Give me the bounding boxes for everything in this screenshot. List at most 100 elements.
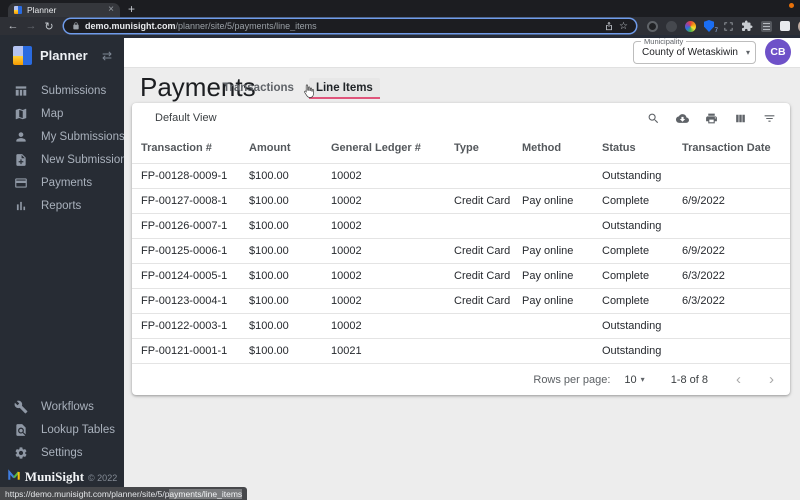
extension-icon-colorwheel[interactable] xyxy=(684,20,696,32)
browser-tab[interactable]: Planner × xyxy=(8,3,120,17)
cell-transaction-number: FP-00123-0004-1 xyxy=(141,295,228,307)
sidebar-nav: Submissions Map My Submissions New Submi… xyxy=(0,79,127,217)
browser-tab-title: Planner xyxy=(27,5,57,15)
line-items-card: Default View Transaction # Amount Genera… xyxy=(132,103,790,395)
municipality-select-label: Municipality xyxy=(641,37,687,46)
cell-transaction-number: FP-00124-0005-1 xyxy=(141,270,228,282)
url-path: /planner/site/5/payments/line_items xyxy=(175,21,317,31)
extension-icon-circle[interactable] xyxy=(665,20,677,32)
table-row[interactable]: FP-00124-0005-1 $100.00 10002 Credit Car… xyxy=(132,263,790,288)
screen: Planner × + ← → ↻ demo.munisight.com/pla… xyxy=(0,0,800,500)
extensions-puzzle-icon[interactable] xyxy=(741,20,753,32)
cell-status: Complete xyxy=(602,245,650,257)
column-header-type[interactable]: Type xyxy=(454,142,522,154)
collapse-sidebar-icon[interactable]: ⇄ xyxy=(102,49,112,63)
cell-general-ledger: 10021 xyxy=(331,345,362,357)
table-row[interactable]: FP-00125-0006-1 $100.00 10002 Credit Car… xyxy=(132,238,790,263)
extension-icon-panel[interactable] xyxy=(779,20,791,32)
document-add-icon xyxy=(16,153,26,166)
planner-favicon xyxy=(14,6,22,14)
cell-status: Outstanding xyxy=(602,345,662,357)
column-header-transaction-date[interactable]: Transaction Date xyxy=(682,142,784,154)
share-icon[interactable] xyxy=(604,21,614,31)
filter-list-icon[interactable] xyxy=(763,112,776,125)
cell-amount: $100.00 xyxy=(249,170,289,182)
cell-general-ledger: 10002 xyxy=(331,245,362,257)
bar-chart-icon xyxy=(16,201,26,210)
status-url: https://demo.munisight.com/planner/site/… xyxy=(5,488,170,499)
next-page-button[interactable]: › xyxy=(769,372,774,387)
column-header-status[interactable]: Status xyxy=(602,142,682,154)
forward-icon[interactable]: → xyxy=(22,20,40,32)
back-icon[interactable]: ← xyxy=(4,20,22,32)
sidebar-header: Planner ⇄ xyxy=(0,35,124,75)
extension-icon-list[interactable] xyxy=(760,20,772,32)
url-text: demo.munisight.com/planner/site/5/paymen… xyxy=(85,21,599,31)
table-row[interactable]: FP-00122-0003-1 $100.00 10002 Outstandin… xyxy=(132,313,790,338)
municipality-select[interactable]: Municipality County of Wetaskiwin ▾ xyxy=(633,37,756,64)
sidebar-item-submissions[interactable]: Submissions xyxy=(0,79,124,102)
extension-icons: 7 xyxy=(646,19,800,34)
table-row[interactable]: FP-00128-0009-1 $100.00 10002 Outstandin… xyxy=(132,163,790,188)
table-toolbar: Default View xyxy=(132,103,790,133)
view-columns-icon[interactable] xyxy=(734,112,747,125)
cell-general-ledger: 10002 xyxy=(331,320,362,332)
column-header-transaction-number[interactable]: Transaction # xyxy=(141,142,249,154)
sidebar-item-new-submission[interactable]: New Submission xyxy=(0,148,127,171)
extension-badge: 7 xyxy=(714,28,718,34)
column-header-general-ledger[interactable]: General Ledger # xyxy=(331,142,454,154)
column-header-amount[interactable]: Amount xyxy=(249,142,331,154)
table-toolbar-icons xyxy=(647,112,776,125)
extension-icon-shield[interactable]: 7 xyxy=(703,20,718,34)
app-name: Planner xyxy=(40,48,88,63)
sidebar-item-lookup-tables[interactable]: Lookup Tables xyxy=(0,418,124,441)
cell-transaction-number: FP-00122-0003-1 xyxy=(141,320,228,332)
top-strip xyxy=(124,35,800,38)
cloud-download-icon[interactable] xyxy=(676,112,689,125)
page-tabs: Transactions Line Items xyxy=(216,77,380,99)
cell-type: Credit Card xyxy=(454,245,511,257)
sidebar-item-settings[interactable]: Settings xyxy=(0,441,124,464)
extension-icon-capture[interactable] xyxy=(722,20,734,32)
search-icon[interactable] xyxy=(647,112,660,125)
gear-icon xyxy=(15,446,27,459)
table-row[interactable]: FP-00121-0001-1 $100.00 10021 Outstandin… xyxy=(132,338,790,363)
column-header-method[interactable]: Method xyxy=(522,142,602,154)
table-header-row: Transaction # Amount General Ledger # Ty… xyxy=(132,133,790,163)
tab-line-items[interactable]: Line Items xyxy=(308,78,380,99)
lock-icon xyxy=(72,22,80,30)
cell-general-ledger: 10002 xyxy=(331,295,362,307)
print-icon[interactable] xyxy=(705,112,718,125)
cell-type: Credit Card xyxy=(454,270,511,282)
cell-status: Complete xyxy=(602,270,650,282)
address-bar[interactable]: demo.munisight.com/planner/site/5/paymen… xyxy=(64,19,636,33)
previous-page-button[interactable]: ‹ xyxy=(736,372,741,387)
rows-per-page-select[interactable]: 10 ▾ xyxy=(624,374,644,386)
tab-transactions[interactable]: Transactions xyxy=(216,78,301,99)
municipality-select-value: County of Wetaskiwin xyxy=(642,47,738,58)
extension-icon-record[interactable] xyxy=(646,20,658,32)
cell-transaction-number: FP-00128-0009-1 xyxy=(141,170,228,182)
reload-icon[interactable]: ↻ xyxy=(40,20,58,33)
cell-status: Complete xyxy=(602,295,650,307)
bookmark-star-icon[interactable]: ☆ xyxy=(619,21,628,32)
document-search-icon xyxy=(16,423,26,436)
view-selector[interactable]: Default View xyxy=(155,112,217,124)
sidebar-item-map[interactable]: Map xyxy=(0,102,124,125)
cell-transaction-number: FP-00126-0007-1 xyxy=(141,220,228,232)
cell-amount: $100.00 xyxy=(249,270,289,282)
sidebar-item-payments[interactable]: Payments xyxy=(0,171,124,194)
table-row[interactable]: FP-00126-0007-1 $100.00 10002 Outstandin… xyxy=(132,213,790,238)
close-tab-icon[interactable]: × xyxy=(108,5,114,15)
sidebar-item-my-submissions[interactable]: My Submissions xyxy=(0,125,125,148)
user-avatar[interactable]: CB xyxy=(765,39,791,65)
sidebar-item-reports[interactable]: Reports xyxy=(0,194,124,217)
table-row[interactable]: FP-00123-0004-1 $100.00 10002 Credit Car… xyxy=(132,288,790,313)
sidebar-item-workflows[interactable]: Workflows xyxy=(0,395,124,418)
chevron-down-icon: ▾ xyxy=(640,375,645,384)
table-row[interactable]: FP-00127-0008-1 $100.00 10002 Credit Car… xyxy=(132,188,790,213)
cell-general-ledger: 10002 xyxy=(331,270,362,282)
credit-card-icon xyxy=(15,177,27,188)
cell-method: Pay online xyxy=(522,295,574,307)
new-tab-button[interactable]: + xyxy=(128,2,135,16)
